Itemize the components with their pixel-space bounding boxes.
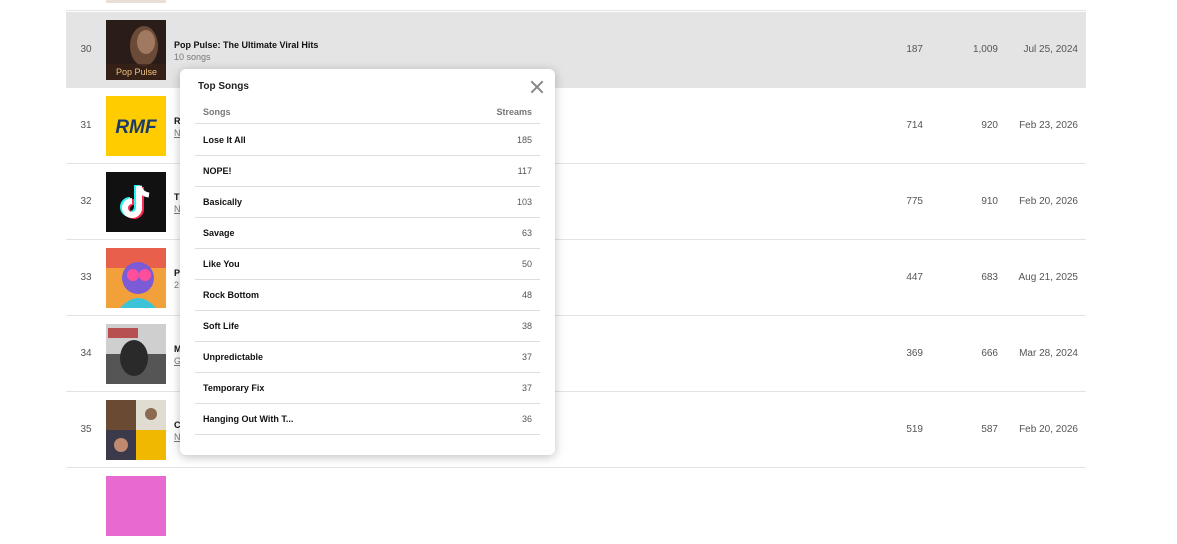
song-streams: 38 — [521, 321, 532, 331]
song-row[interactable]: Unpredictable 37 — [195, 342, 540, 373]
streams-count: 666 — [981, 348, 998, 359]
song-streams: 37 — [521, 383, 532, 393]
song-name: Rock Bottom — [203, 290, 259, 300]
date-added: Feb 20, 2026 — [1019, 424, 1078, 435]
song-name: Savage — [203, 228, 235, 238]
date-added: Feb 23, 2026 — [1019, 120, 1078, 131]
playlist-song-count[interactable]: 2 — [174, 280, 179, 290]
rank: 32 — [80, 196, 92, 207]
song-streams: 117 — [517, 166, 532, 176]
song-name: Soft Life — [203, 321, 239, 331]
songs-column-header: Songs — [203, 107, 231, 117]
followers-count: 187 — [906, 44, 923, 55]
streams-count: 910 — [981, 196, 998, 207]
popup-title: Top Songs — [198, 81, 249, 92]
rank: 30 — [80, 44, 92, 55]
song-streams: 103 — [516, 197, 532, 207]
rank: 33 — [80, 272, 92, 283]
streams-column-header: Streams — [496, 107, 532, 117]
date-added: Jul 25, 2024 — [1023, 44, 1079, 55]
rank: 34 — [80, 348, 92, 359]
streams-count: 920 — [981, 120, 998, 131]
playlist-cover — [106, 0, 166, 3]
song-name: NOPE! — [203, 166, 232, 176]
song-row[interactable]: Temporary Fix 37 — [195, 373, 540, 404]
song-name: Basically — [203, 197, 243, 207]
rank: 31 — [80, 120, 92, 131]
table-row[interactable] — [66, 468, 1086, 544]
followers-count: 369 — [906, 348, 923, 359]
date-added: Mar 28, 2024 — [1019, 348, 1078, 359]
song-name: Lose It All — [203, 135, 246, 145]
songs-table-header: Songs Streams — [195, 101, 540, 124]
song-name: Hanging Out With T... — [203, 414, 294, 424]
song-row[interactable]: Like You 50 — [195, 249, 540, 280]
song-row[interactable]: Hanging Out With T... 36 — [195, 404, 540, 435]
date-added: Feb 20, 2026 — [1019, 196, 1078, 207]
followers-count: 714 — [906, 120, 923, 131]
playlist-cover — [106, 476, 166, 536]
rank: 35 — [80, 424, 92, 435]
song-name: Like You — [203, 259, 240, 269]
tiktok-icon — [106, 172, 166, 232]
song-streams: 185 — [516, 135, 532, 145]
playlist-cover[interactable] — [106, 400, 166, 460]
playlist-cover[interactable] — [106, 248, 166, 308]
playlist-cover[interactable] — [106, 324, 166, 384]
song-row[interactable]: Basically 103 — [195, 187, 540, 218]
followers-count: 447 — [906, 272, 923, 283]
song-row[interactable]: Lose It All 185 — [195, 125, 540, 156]
song-streams: 48 — [521, 290, 532, 300]
song-streams: 50 — [521, 259, 532, 269]
song-row[interactable]: Rock Bottom 48 — [195, 280, 540, 311]
song-streams: 37 — [521, 352, 532, 362]
date-added: Aug 21, 2025 — [1018, 272, 1079, 283]
streams-count: 587 — [981, 424, 998, 435]
followers-count: 519 — [906, 424, 923, 435]
streams-count: 683 — [981, 272, 998, 283]
playlist-cover[interactable] — [106, 172, 166, 232]
cover-text: Pop Pulse — [116, 67, 157, 77]
playlist-cover[interactable]: Pop Pulse — [106, 20, 166, 80]
followers-count: 775 — [906, 196, 923, 207]
song-name: Unpredictable — [203, 352, 264, 362]
playlist-title[interactable]: Pop Pulse: The Ultimate Viral Hits — [174, 40, 318, 50]
top-songs-popup: Top Songs Songs Streams Lose It All 185 NO… — [180, 69, 555, 455]
song-row[interactable]: NOPE! 117 — [195, 156, 540, 187]
song-streams: 63 — [521, 228, 532, 238]
streams-count: 1,009 — [972, 44, 998, 55]
close-icon[interactable] — [529, 79, 545, 95]
song-row[interactable]: Soft Life 38 — [195, 311, 540, 342]
table-row[interactable] — [66, 0, 1086, 11]
playlist-cover[interactable]: RMF — [106, 96, 166, 156]
song-row[interactable]: Savage 63 — [195, 218, 540, 249]
cover-text: RMF — [115, 117, 158, 138]
song-name: Temporary Fix — [203, 383, 265, 393]
song-streams: 36 — [521, 414, 532, 424]
playlist-song-count[interactable]: 10 songs — [174, 52, 211, 62]
